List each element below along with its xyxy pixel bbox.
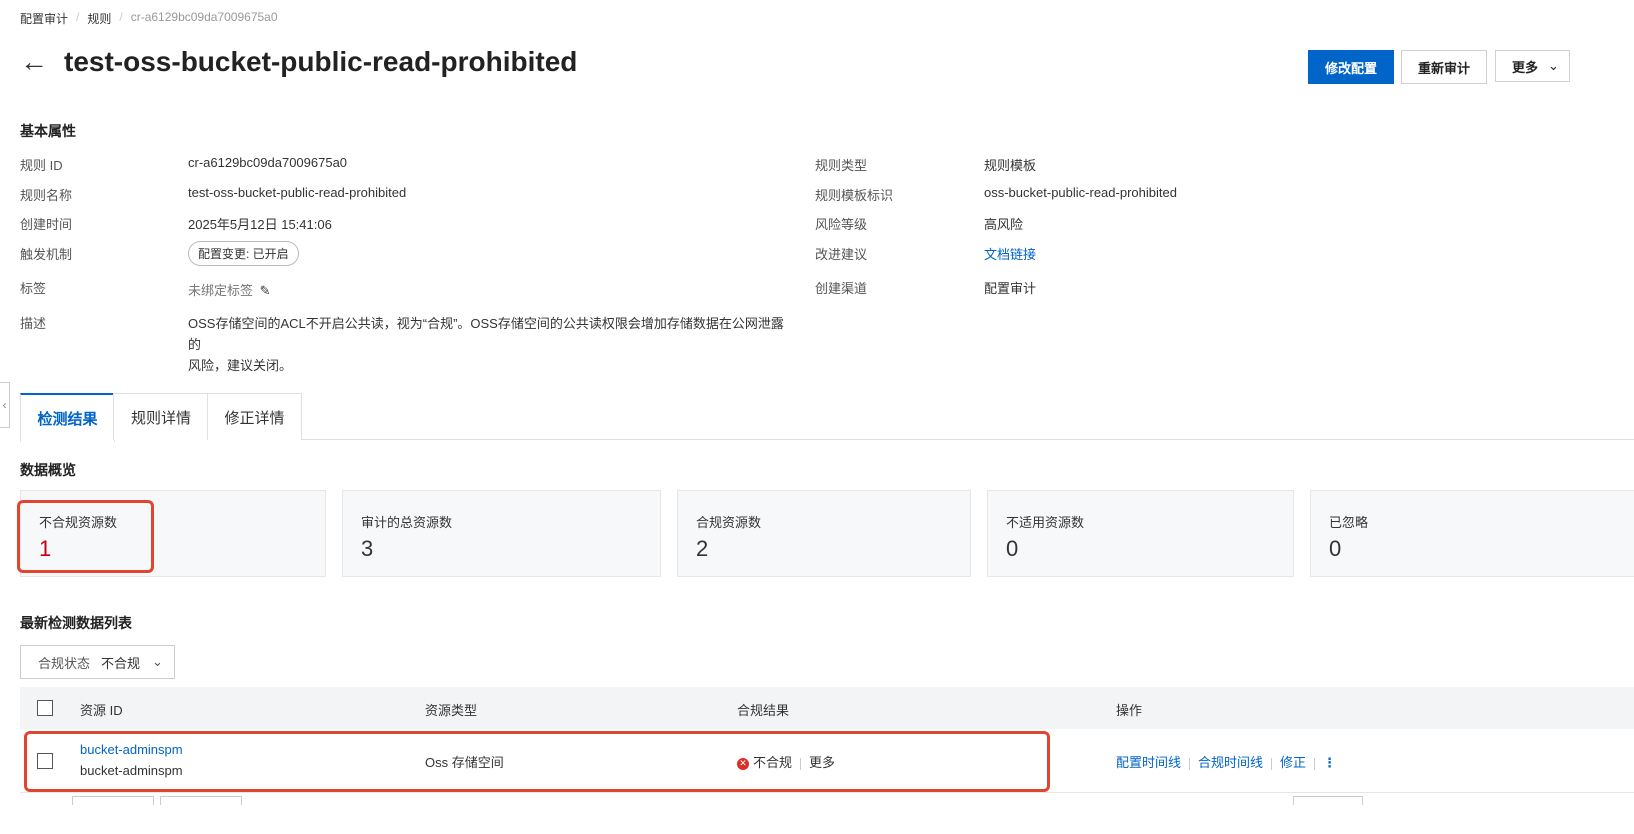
channel-value: 配置审计 — [984, 281, 1037, 296]
divider — [1189, 757, 1191, 770]
column-header-actions: 操作 — [1116, 703, 1143, 718]
card-value: 0 — [1329, 536, 1342, 561]
ignored-count-card: 已忽略 0 — [1310, 490, 1634, 577]
config-timeline-link[interactable]: 配置时间线 — [1116, 755, 1181, 770]
rule-name-label: 规则名称 — [20, 188, 73, 203]
row-actions: 配置时间线 合规时间线 修正 ⋮ — [1116, 752, 1336, 771]
tab-remediation-details[interactable]: 修正详情 — [207, 393, 302, 440]
divider — [1271, 757, 1273, 770]
card-value: 0 — [1006, 536, 1019, 561]
page-title: test-oss-bucket-public-read-prohibited — [64, 46, 578, 77]
more-button-label: 更多 — [1512, 59, 1539, 75]
compliance-timeline-link[interactable]: 合规时间线 — [1198, 755, 1263, 770]
page-header: ← test-oss-bucket-public-read-prohibited — [20, 46, 577, 78]
table-header: 资源 ID 资源类型 合规结果 操作 — [20, 687, 1634, 729]
basic-properties-title: 基本属性 — [20, 123, 76, 139]
highlight-box — [24, 731, 1050, 792]
more-dropdown-button[interactable]: 更多 ⌄ — [1495, 50, 1570, 82]
filter-label: 合规状态 — [38, 655, 91, 671]
channel-label: 创建渠道 — [815, 281, 868, 296]
description-value: OSS存储空间的ACL不开启公共读，视为“合规”。OSS存储空间的公共读权限会增… — [188, 313, 788, 376]
description-line: 风险，建议关闭。 — [188, 358, 293, 373]
card-label: 不适用资源数 — [1006, 515, 1085, 530]
chevron-down-icon: ⌄ — [152, 654, 163, 669]
description-label: 描述 — [20, 316, 47, 331]
compliance-status-filter[interactable]: 合规状态 不合规 ⌄ — [20, 645, 175, 679]
card-label: 合规资源数 — [696, 515, 762, 530]
tab-detection-results[interactable]: 检测结果 — [20, 393, 115, 442]
compliant-count-card: 合规资源数 2 — [677, 490, 971, 577]
description-line: OSS存储空间的ACL不开启公共读，视为“合规”。OSS存储空间的公共读权限会增… — [188, 316, 784, 352]
chevron-left-icon: ‹ — [2, 398, 7, 412]
card-value: 3 — [361, 536, 374, 561]
rule-id-value: cr-a6129bc09da7009675a0 — [188, 155, 348, 170]
remediate-link[interactable]: 修正 — [1280, 755, 1306, 770]
divider — [1314, 757, 1316, 770]
column-header-resource-id[interactable]: 资源 ID — [80, 700, 123, 719]
rule-name-value: test-oss-bucket-public-read-prohibited — [188, 185, 407, 200]
tags-empty-text: 未绑定标签 — [188, 283, 254, 298]
rule-id-label: 规则 ID — [20, 158, 63, 173]
advice-label: 改进建议 — [815, 247, 868, 262]
overview-title: 数据概览 — [20, 462, 76, 478]
risk-level-value: 高风险 — [984, 217, 1024, 232]
breadcrumb-separator: / — [119, 10, 123, 24]
created-time-label: 创建时间 — [20, 217, 73, 232]
template-id-label: 规则模板标识 — [815, 188, 894, 203]
total-count-card: 审计的总资源数 3 — [342, 490, 661, 577]
rule-type-label: 规则类型 — [815, 158, 868, 173]
tags-value: 未绑定标签 ✎ — [188, 280, 271, 299]
trigger-status-badge: 配置变更: 已开启 — [188, 241, 299, 266]
collapse-handle[interactable]: ‹ — [0, 382, 10, 428]
trigger-label: 触发机制 — [20, 247, 73, 262]
column-header-resource-type[interactable]: 资源类型 — [425, 700, 477, 719]
card-label: 已忽略 — [1329, 515, 1369, 530]
breadcrumb: 配置审计 / 规则 / cr-a6129bc09da7009675a0 — [20, 10, 278, 27]
pagination-stub — [72, 796, 154, 805]
card-label: 审计的总资源数 — [361, 515, 453, 530]
risk-level-label: 风险等级 — [815, 217, 868, 232]
chevron-down-icon: ⌄ — [1548, 58, 1559, 73]
breadcrumb-rules[interactable]: 规则 — [87, 10, 111, 27]
breadcrumb-current: cr-a6129bc09da7009675a0 — [130, 10, 278, 24]
column-header-compliance-result[interactable]: 合规结果 — [737, 700, 789, 719]
back-arrow-icon[interactable]: ← — [20, 48, 48, 76]
created-time-value: 2025年5月12日 15:41:06 — [188, 217, 332, 232]
list-title: 最新检测数据列表 — [20, 615, 132, 631]
card-value: 2 — [696, 536, 709, 561]
not-applicable-count-card: 不适用资源数 0 — [987, 490, 1294, 577]
template-id-value: oss-bucket-public-read-prohibited — [984, 185, 1177, 200]
tags-label: 标签 — [20, 281, 47, 296]
breadcrumb-config-audit[interactable]: 配置审计 — [20, 10, 68, 27]
select-all-checkbox[interactable] — [37, 700, 53, 716]
pagination-stub — [1293, 796, 1363, 805]
edit-config-button[interactable]: 修改配置 — [1308, 50, 1394, 84]
reaudit-button[interactable]: 重新审计 — [1401, 50, 1487, 84]
tab-bar: 检测结果 规则详情 修正详情 — [20, 393, 1634, 442]
pagination-stub — [160, 796, 242, 805]
highlight-box — [17, 500, 154, 573]
filter-value: 不合规 — [101, 655, 141, 671]
more-actions-icon[interactable]: ⋮ — [1323, 755, 1336, 770]
edit-pencil-icon[interactable]: ✎ — [260, 283, 271, 298]
tab-rule-details[interactable]: 规则详情 — [113, 393, 209, 440]
doc-link[interactable]: 文档链接 — [984, 244, 1036, 263]
rule-type-value: 规则模板 — [984, 158, 1037, 173]
breadcrumb-separator: / — [76, 10, 80, 24]
